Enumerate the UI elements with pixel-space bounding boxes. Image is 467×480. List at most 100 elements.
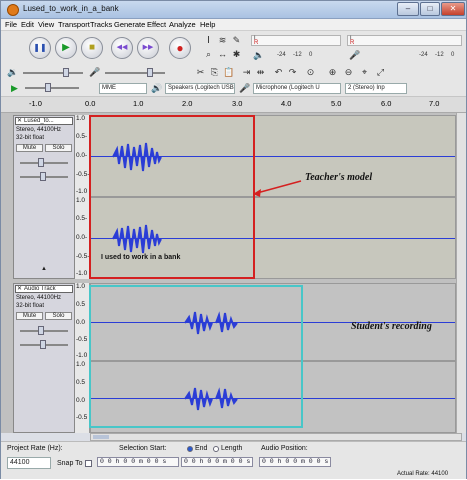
mic-icon[interactable]: 🎤 [349,50,360,61]
transport-toolbar: ❚❚ ▶ ■ ◀◀ ▶▶ ● I ≋ ✎ ⌕ ↔ ✱ L R L R 🔈 -24… [1,31,466,65]
horizontal-scrollbar[interactable] [90,433,462,441]
track-control-panel[interactable]: ✕ Lused_to... Stereo, 44100Hz 32-bit flo… [13,115,75,279]
horizontal-scroll-thumb[interactable] [93,435,109,439]
end-radio[interactable] [187,446,193,452]
pan-slider[interactable] [20,172,68,181]
input-volume-slider[interactable] [105,68,165,77]
pause-button[interactable]: ❚❚ [29,37,51,59]
play-speed-slider[interactable] [25,83,79,92]
amp-label: 0.0 [76,397,86,404]
mute-button[interactable]: Mute [16,312,43,320]
audio-host-select[interactable]: MME [99,83,147,94]
audio-position-field[interactable]: 0 0 h 0 0 m 0 0 s [259,457,331,467]
selection-start-field[interactable]: 0 0 h 0 0 m 0 0 s [97,457,179,467]
menu-help[interactable]: Help [200,20,215,29]
trim-icon[interactable]: ⇥ [241,67,252,78]
device-toolbar: ▶ MME 🔊 Speakers (Logitech USB 🎤 Microph… [1,80,466,97]
pan-knob[interactable] [40,172,46,181]
undo-icon[interactable]: ↶ [273,67,284,78]
pan-slider[interactable] [20,340,68,349]
input-channels-select[interactable]: 2 (Stereo) Inp [345,83,407,94]
amp-label: -0.5 [76,336,88,343]
vertical-scrollbar[interactable] [456,113,466,433]
selection-end-field[interactable]: 0 0 h 0 0 m 0 0 s [181,457,253,467]
menu-effect[interactable]: Effect [147,20,166,29]
skip-to-end-button[interactable]: ▶▶ [137,37,159,59]
stop-button[interactable]: ■ [81,37,103,59]
minimize-button[interactable]: – [397,2,419,16]
envelope-tool-icon[interactable]: ≋ [217,35,228,46]
redo-icon[interactable]: ↷ [287,67,298,78]
track-name-menu[interactable]: ✕ Lused_to... [15,117,73,125]
track-close-icon[interactable]: ✕ [17,286,22,292]
amp-label: 0.5 [76,301,86,308]
gain-knob[interactable] [38,158,44,167]
output-volume-slider[interactable] [23,68,83,77]
copy-icon[interactable]: ⎘ [209,67,220,78]
draw-tool-icon[interactable]: ✎ [231,35,242,46]
amp-label: 0.0 [76,319,86,326]
end-label: End [195,445,208,452]
amplitude-ruler: 1.0 0.5- 0.0- -0.5- -1.0 [75,115,90,197]
fit-selection-icon[interactable]: ⌖ [359,67,370,78]
zoom-out-icon[interactable]: ⊖ [343,67,354,78]
length-radio[interactable] [213,446,219,452]
record-meter[interactable]: L R [347,35,462,46]
menu-edit[interactable]: Edit [21,20,34,29]
paste-icon[interactable]: 📋 [223,67,234,78]
collapse-track-icon[interactable]: ▲ [16,266,72,274]
timeline-ruler[interactable]: -1.0 0.0 1.0 2.0 3.0 4.0 5.0 6.0 7.0 [1,97,466,113]
mute-button[interactable]: Mute [16,144,43,152]
input-volume-knob[interactable] [147,68,153,77]
menu-view[interactable]: View [38,20,54,29]
ruler-tick: 7.0 [429,99,440,108]
skip-end-icon: ▶▶ [142,44,154,51]
silence-icon[interactable]: ⇹ [255,67,266,78]
solo-button[interactable]: Solo [45,312,72,320]
project-rate-select[interactable]: 44100 [7,457,51,469]
project-rate-label: Project Rate (Hz): [7,445,63,452]
menu-file[interactable]: File [5,20,17,29]
selection-tool-icon[interactable]: I [203,35,214,46]
gain-knob[interactable] [38,326,44,335]
track-close-icon[interactable]: ✕ [17,118,22,124]
play-at-speed-icon[interactable]: ▶ [9,83,20,94]
menu-generate[interactable]: Generate [114,20,145,29]
ruler-tick: 6.0 [381,99,392,108]
output-volume-knob[interactable] [63,68,69,77]
zoom-tool-icon[interactable]: ⌕ [203,49,214,60]
playback-meter[interactable]: L R [251,35,341,46]
speaker-icon[interactable]: 🔈 [253,50,264,61]
track-control-panel[interactable]: ✕ Audio Track Stereo, 44100Hz 32-bit flo… [13,283,75,433]
ruler-tick: 3.0 [232,99,243,108]
menu-tracks[interactable]: Tracks [90,20,112,29]
output-device-select[interactable]: Speakers (Logitech USB [165,83,235,94]
menu-analyze[interactable]: Analyze [169,20,196,29]
play-speed-knob[interactable] [45,83,51,92]
maximize-button[interactable]: □ [420,2,440,16]
zoom-in-icon[interactable]: ⊕ [327,67,338,78]
play-button[interactable]: ▶ [55,37,77,59]
snap-to-checkbox[interactable] [85,460,92,467]
output-device-icon: 🔊 [151,83,163,93]
record-button[interactable]: ● [169,37,191,59]
sync-lock-icon[interactable]: ⊙ [305,67,316,78]
pan-knob[interactable] [40,340,46,349]
track-name-menu[interactable]: ✕ Audio Track [15,285,73,293]
skip-start-icon: ◀◀ [116,44,128,51]
skip-to-start-button[interactable]: ◀◀ [111,37,133,59]
gain-slider[interactable] [20,326,68,335]
track-format: Stereo, 44100Hz [16,127,62,133]
status-rate: Actual Rate: 44100 [397,471,449,477]
gain-slider[interactable] [20,158,68,167]
multi-tool-icon[interactable]: ✱ [231,49,242,60]
input-device-select[interactable]: Microphone (Logitech U [253,83,341,94]
close-button[interactable]: ✕ [441,2,465,16]
fit-project-icon[interactable]: ⤢ [375,67,386,78]
solo-button[interactable]: Solo [45,144,72,152]
output-volume-icon: 🔉 [7,67,19,77]
menu-transport[interactable]: Transport [58,20,90,29]
time-shift-tool-icon[interactable]: ↔ [217,49,228,60]
amp-label: 0.5 [76,379,86,386]
cut-icon[interactable]: ✂ [195,67,206,78]
